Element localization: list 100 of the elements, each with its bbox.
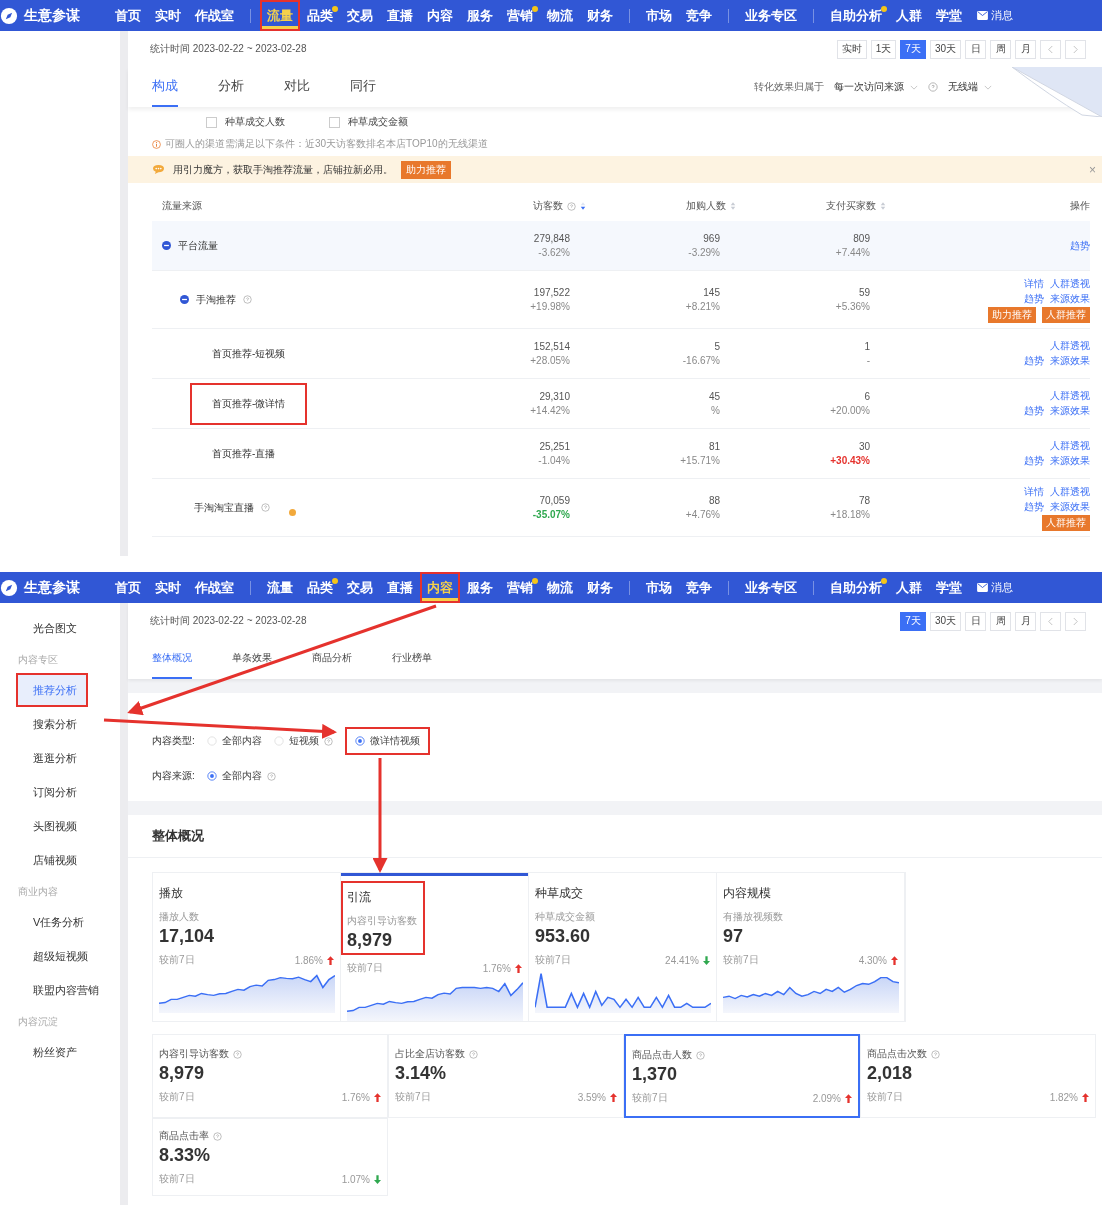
previous-button[interactable] xyxy=(1040,611,1061,631)
help-icon[interactable] xyxy=(696,1050,705,1060)
sidebar-item[interactable]: 联盟内容营销 xyxy=(0,973,120,1007)
messages-link[interactable]: 消息 xyxy=(977,8,1013,23)
nav-tab[interactable]: 服务 xyxy=(460,572,500,603)
nav-tab[interactable]: 业务专区 xyxy=(738,0,804,31)
messages-link[interactable]: 消息 xyxy=(977,580,1013,595)
tab[interactable]: 构成 xyxy=(152,67,178,107)
nav-tab[interactable]: 内容 xyxy=(420,572,460,603)
sidebar-item[interactable]: 推荐分析 xyxy=(16,673,88,707)
tab[interactable]: 对比 xyxy=(284,67,310,107)
help-icon[interactable] xyxy=(261,503,270,512)
nav-tab[interactable]: 服务 xyxy=(460,0,500,31)
nav-tab[interactable]: 物流 xyxy=(540,572,580,603)
nav-tab[interactable]: 营销 xyxy=(500,0,540,31)
period-button[interactable]: 30天 xyxy=(929,39,961,59)
period-button[interactable]: 月 xyxy=(1015,611,1036,631)
nav-tab[interactable]: 首页 xyxy=(108,0,148,31)
nav-tab[interactable]: 物流 xyxy=(540,0,580,31)
metric-card[interactable]: 种草成交 种草成交金额 953.60 较前7日 24.41% xyxy=(529,873,717,1021)
tab[interactable]: 商品分析 xyxy=(312,639,352,679)
action-link[interactable]: 来源效果 xyxy=(1050,454,1090,468)
help-icon[interactable] xyxy=(266,771,276,781)
radio-option[interactable]: 微详情视频 xyxy=(344,727,430,755)
nav-tab[interactable]: 品类 xyxy=(300,0,340,31)
sidebar-item[interactable]: 搜索分析 xyxy=(0,707,120,741)
action-link[interactable]: 趋势 xyxy=(1070,238,1090,253)
metric-checkbox[interactable]: 种草成交金额 xyxy=(329,115,408,129)
previous-button[interactable] xyxy=(1040,39,1061,59)
nav-tab[interactable]: 实时 xyxy=(148,0,188,31)
sidebar-item[interactable]: 粉丝资产 xyxy=(0,1035,120,1069)
tab[interactable]: 单条效果 xyxy=(232,639,272,679)
metric-card[interactable]: 内容规模 有播放视频数 97 较前7日 4.30% xyxy=(717,873,905,1021)
tab[interactable]: 分析 xyxy=(218,67,244,107)
next-button[interactable] xyxy=(1065,39,1086,59)
nav-tab[interactable]: 直播 xyxy=(380,572,420,603)
sidebar-item[interactable]: 逛逛分析 xyxy=(0,741,120,775)
help-icon[interactable] xyxy=(567,201,576,211)
period-button[interactable]: 1天 xyxy=(870,39,897,59)
period-button[interactable]: 周 xyxy=(990,611,1011,631)
sidebar-item[interactable]: 超级短视频 xyxy=(0,939,120,973)
action-link[interactable]: 来源效果 xyxy=(1050,354,1090,368)
help-icon[interactable] xyxy=(931,1049,940,1059)
metric-card[interactable]: 商品点击率 8.33% 较前7日 1.07% xyxy=(152,1118,388,1196)
action-link[interactable]: 来源效果 xyxy=(1050,291,1090,306)
action-link[interactable]: 人群透视 xyxy=(1050,339,1090,353)
help-icon[interactable] xyxy=(213,1131,222,1141)
period-button[interactable]: 周 xyxy=(990,39,1011,59)
metric-card[interactable]: 引流 内容引导访客数 8,979 较前7日 1.76% xyxy=(341,873,529,1021)
help-icon[interactable] xyxy=(233,1049,242,1059)
tab[interactable]: 整体概况 xyxy=(152,639,192,679)
metric-card[interactable]: 内容引导访客数 8,979 较前7日 1.76% xyxy=(152,1034,388,1118)
help-icon[interactable] xyxy=(323,736,333,746)
nav-tab[interactable]: 营销 xyxy=(500,572,540,603)
action-link[interactable]: 趋势 xyxy=(1024,291,1044,306)
nav-tab[interactable]: 实时 xyxy=(148,572,188,603)
nav-tab[interactable]: 竞争 xyxy=(679,572,719,603)
period-button[interactable]: 日 xyxy=(965,39,986,59)
nav-tab[interactable]: 业务专区 xyxy=(738,572,804,603)
action-link[interactable]: 趋势 xyxy=(1024,404,1044,418)
action-link[interactable]: 详情 xyxy=(1024,484,1044,499)
nav-tab[interactable]: 流量 xyxy=(260,0,300,31)
metric-card[interactable]: 占比全店访客数 3.14% 较前7日 3.59% xyxy=(388,1034,624,1118)
nav-tab[interactable]: 流量 xyxy=(260,572,300,603)
sidebar-item[interactable]: 订阅分析 xyxy=(0,775,120,809)
nav-tab[interactable]: 交易 xyxy=(340,572,380,603)
sort-icon[interactable] xyxy=(580,201,586,211)
page-curl-drawing[interactable] xyxy=(1012,67,1102,117)
action-link[interactable]: 趋势 xyxy=(1024,454,1044,468)
radio-option[interactable]: 短视频 xyxy=(273,734,333,748)
nav-tab[interactable]: 人群 xyxy=(889,0,929,31)
period-button[interactable]: 7天 xyxy=(900,611,926,631)
radio-option[interactable]: 全部内容 xyxy=(206,734,262,748)
metric-card[interactable]: 播放 播放人数 17,104 较前7日 1.86% xyxy=(153,873,341,1021)
nav-tab[interactable]: 竞争 xyxy=(679,0,719,31)
sidebar-item[interactable]: 店铺视频 xyxy=(0,843,120,877)
period-button[interactable]: 月 xyxy=(1015,39,1036,59)
help-icon[interactable] xyxy=(469,1049,478,1059)
nav-tab[interactable]: 市场 xyxy=(639,572,679,603)
action-link[interactable]: 来源效果 xyxy=(1050,404,1090,418)
nav-tab[interactable]: 作战室 xyxy=(188,572,241,603)
next-button[interactable] xyxy=(1065,611,1086,631)
nav-tab[interactable]: 品类 xyxy=(300,572,340,603)
action-link[interactable]: 趋势 xyxy=(1024,499,1044,514)
collapse-icon[interactable] xyxy=(180,295,189,304)
sidebar-item[interactable]: V任务分析 xyxy=(0,905,120,939)
nav-tab[interactable]: 财务 xyxy=(580,0,620,31)
action-link[interactable]: 人群透视 xyxy=(1050,276,1090,291)
action-link[interactable]: 趋势 xyxy=(1024,354,1044,368)
period-button[interactable]: 7天 xyxy=(900,39,926,59)
attribution-dropdown[interactable]: 每一次访问来源 xyxy=(834,80,918,94)
action-link[interactable]: 人群透视 xyxy=(1050,439,1090,453)
sidebar-item[interactable]: 头图视频 xyxy=(0,809,120,843)
nav-tab[interactable]: 首页 xyxy=(108,572,148,603)
nav-tab[interactable]: 学堂 xyxy=(929,572,969,603)
help-icon[interactable] xyxy=(243,295,252,304)
nav-tab[interactable]: 自助分析 xyxy=(823,572,889,603)
radio-option[interactable]: 全部内容 xyxy=(206,769,276,783)
metric-card[interactable]: 商品点击次数 2,018 较前7日 1.82% xyxy=(860,1034,1096,1118)
period-button[interactable]: 实时 xyxy=(836,39,867,59)
